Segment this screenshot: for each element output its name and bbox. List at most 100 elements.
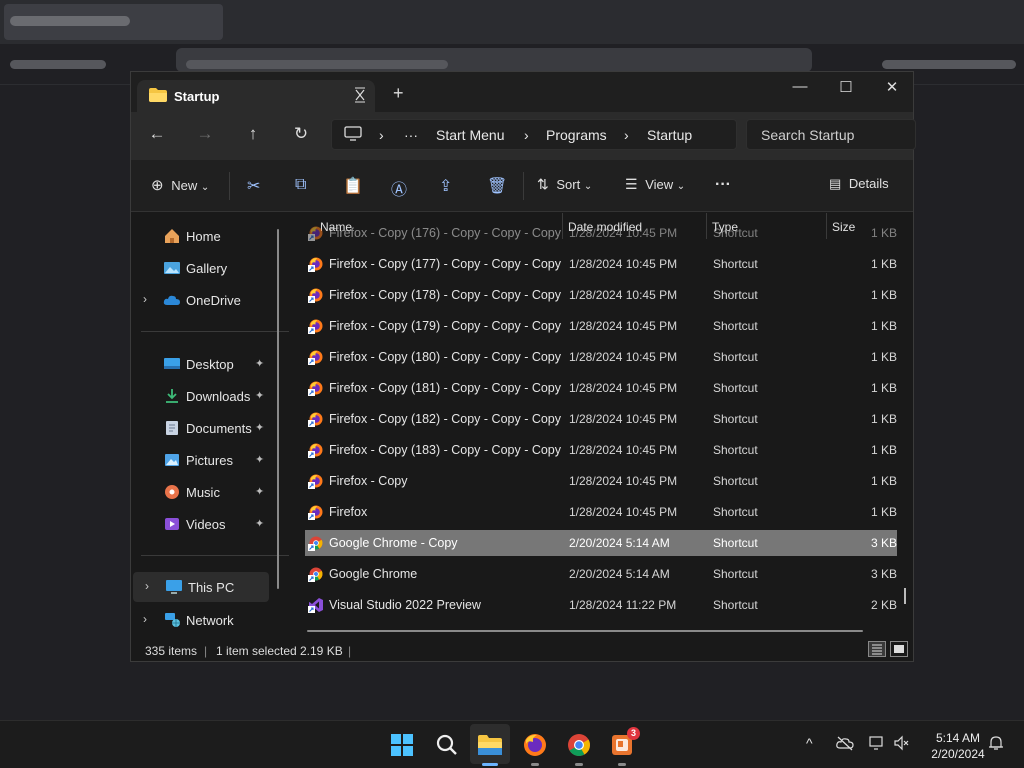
close-button[interactable]: ✕ (869, 78, 915, 104)
title-bar: Startup + — ☐ ✕ (131, 72, 913, 112)
background-tab-title-placeholder (10, 16, 130, 26)
sidebar-item-desktop[interactable]: Desktop ✦ (131, 349, 271, 379)
file-type: Shortcut (713, 567, 758, 581)
search-input[interactable]: Search Startup (761, 127, 854, 143)
selection-count: 1 item selected (216, 644, 297, 658)
paste-button[interactable]: 📋 (343, 176, 363, 198)
view-list-icon: ☰ (625, 176, 638, 192)
file-explorer-icon[interactable] (475, 730, 505, 760)
file-type: Shortcut (713, 381, 758, 395)
copy-button[interactable]: ⧉ (295, 176, 306, 198)
delete-button[interactable]: 🗑 (487, 176, 507, 198)
system-clock[interactable]: 5:14 AM 2/20/2024 (918, 730, 998, 762)
file-name: Firefox - Copy (176) - Copy - Copy - Cop… (329, 226, 562, 240)
tiles-view-button[interactable] (890, 641, 908, 657)
file-row[interactable]: Firefox - Copy (181) - Copy - Copy - Cop… (305, 375, 897, 401)
background-placeholder-1 (10, 60, 106, 69)
breadcrumb-separator: › (524, 127, 529, 143)
details-button[interactable]: ▤ Details (829, 176, 889, 198)
start-icon[interactable] (387, 730, 417, 760)
file-size: 1 KB (870, 381, 897, 395)
file-type: Shortcut (713, 350, 758, 364)
search-box[interactable]: Search Startup (746, 119, 916, 150)
address-bar[interactable]: › ··· Start Menu › Programs › Startup (331, 119, 737, 150)
file-row[interactable]: Firefox 1/28/2024 10:45 PM Shortcut 1 KB (305, 499, 897, 525)
search-icon[interactable] (432, 730, 462, 760)
minimize-button[interactable]: — (777, 78, 823, 104)
file-row[interactable]: Firefox - Copy (183) - Copy - Copy - Cop… (305, 437, 897, 463)
sidebar-scrollbar[interactable] (277, 229, 279, 589)
view-button[interactable]: ☰ View ⌄ (625, 176, 685, 198)
sidebar-item-home[interactable]: Home (131, 221, 271, 251)
sidebar-item-this-pc[interactable]: › This PC (133, 572, 269, 602)
sidebar-item-label: Downloads (186, 389, 251, 404)
vertical-scrollbar[interactable] (904, 588, 906, 604)
file-explorer-window: Startup + — ☐ ✕ ← → ↑ ↻ › ··· Start Menu… (130, 71, 916, 662)
sidebar-item-label: Music (186, 485, 220, 500)
file-size: 1 KB (870, 319, 897, 333)
refresh-button[interactable]: ↻ (287, 124, 315, 148)
running-app-indicator (575, 763, 583, 766)
sidebar-item-documents[interactable]: Documents ✦ (131, 413, 271, 443)
cloud-offline-icon[interactable] (836, 735, 854, 754)
file-row[interactable]: Firefox - Copy (177) - Copy - Copy - Cop… (305, 251, 897, 277)
sidebar-item-videos[interactable]: Videos ✦ (131, 509, 271, 539)
maximize-button[interactable]: ☐ (823, 78, 869, 104)
file-name: Firefox - Copy (179) - Copy - Copy - Cop… (329, 319, 562, 333)
file-row[interactable]: Visual Studio 2022 Preview 1/28/2024 11:2… (305, 592, 897, 618)
file-row[interactable]: Firefox - Copy (178) - Copy - Copy - Cop… (305, 282, 897, 308)
background-placeholder-2 (186, 60, 448, 69)
visual-studio-shortcut-icon (308, 597, 324, 613)
file-name: Firefox - Copy (181) - Copy - Copy - Cop… (329, 381, 562, 395)
share-button[interactable]: ⇪ (439, 176, 452, 198)
new-button[interactable]: ⊕ New ⌄ (151, 176, 209, 198)
file-name: Firefox - Copy (178) - Copy - Copy - Cop… (329, 288, 562, 302)
file-row[interactable]: Google Chrome 2/20/2024 5:14 AM Shortcut 3 … (305, 561, 897, 587)
file-type: Shortcut (713, 536, 758, 550)
tab-startup[interactable]: Startup (137, 80, 375, 112)
notification-bell-icon[interactable] (988, 735, 1004, 754)
tab-close-icon[interactable] (353, 87, 367, 106)
volume-muted-icon[interactable] (893, 735, 911, 754)
breadcrumb-more-button[interactable]: ··· (404, 127, 418, 143)
network-status-icon[interactable] (868, 735, 886, 754)
chevron-right-icon[interactable]: › (143, 612, 147, 626)
sidebar-item-music[interactable]: Music ✦ (131, 477, 271, 507)
clock-date: 2/20/2024 (931, 747, 985, 761)
firefox-icon[interactable] (520, 730, 550, 760)
file-row[interactable]: Firefox - Copy (182) - Copy - Copy - Cop… (305, 406, 897, 432)
file-date-modified: 1/28/2024 10:45 PM (569, 505, 678, 519)
rename-button[interactable]: Ⓐ (391, 176, 407, 199)
navigation-bar: ← → ↑ ↻ › ··· Start Menu › Programs › St… (131, 112, 916, 160)
computer-icon (344, 126, 362, 145)
file-row[interactable]: Firefox - Copy 1/28/2024 10:45 PM Shortcut… (305, 468, 897, 494)
chevron-right-icon[interactable]: › (143, 292, 147, 306)
cut-button[interactable]: ✂ (247, 176, 260, 198)
sidebar-item-network[interactable]: › Network (131, 605, 271, 635)
sidebar-item-pictures[interactable]: Pictures ✦ (131, 445, 271, 475)
file-size: 1 KB (870, 474, 897, 488)
sort-button[interactable]: ⇅ Sort ⌄ (537, 176, 592, 198)
file-date-modified: 1/28/2024 10:45 PM (569, 257, 678, 271)
sidebar-item-downloads[interactable]: Downloads ✦ (131, 381, 271, 411)
breadcrumb-startup[interactable]: Startup (647, 127, 692, 143)
up-button[interactable]: ↑ (239, 124, 267, 148)
sidebar-item-gallery[interactable]: Gallery (131, 253, 271, 283)
forward-button[interactable]: → (191, 124, 219, 148)
chevron-right-icon[interactable]: › (145, 579, 149, 593)
file-date-modified: 2/20/2024 5:14 AM (569, 567, 670, 581)
file-row[interactable]: Google Chrome - Copy 2/20/2024 5:14 AM Sho… (305, 530, 897, 556)
breadcrumb-programs[interactable]: Programs (546, 127, 607, 143)
back-button[interactable]: ← (143, 124, 171, 148)
breadcrumb-start-menu[interactable]: Start Menu (436, 127, 504, 143)
show-hidden-icons-button[interactable]: ^ (806, 735, 813, 751)
file-row[interactable]: Firefox - Copy (180) - Copy - Copy - Cop… (305, 344, 897, 370)
chrome-icon[interactable] (564, 730, 594, 760)
new-tab-button[interactable]: + (393, 83, 404, 104)
horizontal-scrollbar[interactable] (307, 630, 863, 632)
more-options-button[interactable]: ··· (715, 176, 731, 198)
file-row[interactable]: Firefox - Copy (176) - Copy - Copy - Cop… (305, 220, 897, 246)
file-row[interactable]: Firefox - Copy (179) - Copy - Copy - Cop… (305, 313, 897, 339)
details-view-button[interactable] (868, 641, 886, 657)
sidebar-item-onedrive[interactable]: › OneDrive (131, 285, 271, 315)
